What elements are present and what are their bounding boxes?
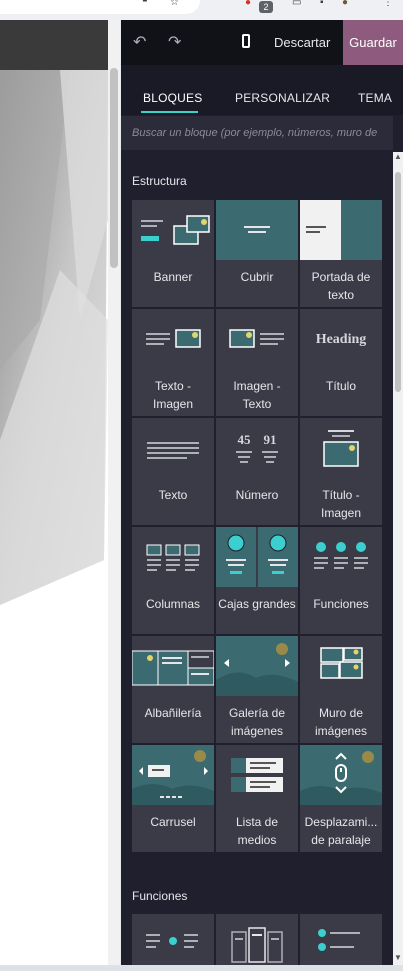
block-text[interactable]: Texto [132, 418, 214, 525]
sidebar-scrollbar[interactable]: ▲ ▼ [393, 152, 403, 965]
text-cover-thumbnail [300, 200, 382, 260]
section-title-structure: Estructura [132, 174, 187, 188]
block-label: Banner [153, 270, 193, 284]
masonry-thumbnail [132, 636, 214, 696]
window-icon[interactable]: ▭ [292, 0, 301, 8]
number-one: 45 [238, 432, 252, 447]
block-label: Texto [158, 488, 188, 502]
text-thumbnail [132, 418, 214, 478]
parallax-thumbnail [300, 745, 382, 805]
image-wall-thumbnail [300, 636, 382, 696]
number-thumbnail: 45 91 [216, 418, 298, 478]
preview-graphic [0, 70, 108, 605]
block-label: Galería de imágenes [228, 706, 286, 738]
menu-icon[interactable]: ⋮ [383, 0, 393, 8]
block-label: Cajas grandes [218, 597, 296, 611]
block-label: Número [235, 488, 279, 502]
block-carousel[interactable]: Carrusel [132, 745, 214, 852]
block-big-boxes[interactable]: Cajas grandes [216, 527, 298, 634]
discard-button[interactable]: Descartar [274, 20, 330, 65]
block-title[interactable]: Heading Título [300, 309, 382, 416]
block-banner[interactable]: Banner [132, 200, 214, 307]
text-image-thumbnail [132, 309, 214, 369]
block-columns[interactable]: Columnas [132, 527, 214, 634]
puzzle-icon[interactable]: ▪ [320, 0, 324, 8]
block-label: Albañilería [144, 706, 202, 720]
block-label: Título [325, 379, 356, 393]
block-label: Cubrir [240, 270, 274, 284]
editor-sidebar: ↶ ↷ Descartar Guardar BLOQUES PERSONALIZ… [121, 20, 403, 965]
block-image-text[interactable]: Imagen - Texto [216, 309, 298, 416]
block-search-input[interactable]: Buscar un bloque (por ejemplo, números, … [121, 116, 393, 150]
features-thumbnail [300, 527, 382, 587]
number-two: 91 [264, 432, 277, 447]
browser-chrome: ▘ ☆ ● 2 ▭ ▪ ● ⋮ [0, 0, 403, 20]
block-label: Lista de medios [235, 815, 279, 847]
block-feature-b[interactable] [216, 914, 298, 965]
block-media-list[interactable]: Lista de medios [216, 745, 298, 852]
cover-thumbnail [216, 200, 298, 260]
block-label: Columnas [145, 597, 201, 611]
block-masonry[interactable]: Albañilería [132, 636, 214, 743]
image-text-thumbnail [216, 309, 298, 369]
mobile-preview-icon[interactable] [242, 34, 250, 48]
editor-toolbar: ↶ ↷ Descartar Guardar [121, 20, 403, 65]
block-number[interactable]: 45 91 Número [216, 418, 298, 525]
carousel-thumbnail [132, 745, 214, 805]
extension-icon[interactable]: ▘ [143, 0, 151, 8]
banner-thumbnail [132, 200, 214, 260]
save-button[interactable]: Guardar [343, 20, 403, 65]
browser-bottom-bar [0, 965, 403, 971]
page-preview[interactable] [0, 20, 120, 965]
block-image-wall[interactable]: Muro de imágenes [300, 636, 382, 743]
undo-icon[interactable]: ↶ [133, 20, 146, 65]
block-label: Desplazami... de paralaje [304, 815, 378, 847]
preview-scrollbar[interactable] [108, 20, 120, 965]
tab-customize[interactable]: PERSONALIZAR [235, 91, 330, 105]
big-boxes-thumbnail [216, 527, 298, 587]
star-icon[interactable]: ☆ [170, 0, 179, 8]
block-feature-a[interactable] [132, 914, 214, 965]
tab-blocks[interactable]: BLOQUES [143, 91, 202, 105]
block-label: Muro de imágenes [314, 706, 368, 738]
redo-icon[interactable]: ↷ [168, 20, 181, 65]
block-features[interactable]: Funciones [300, 527, 382, 634]
image-gallery-thumbnail [216, 636, 298, 696]
notification-badge: 2 [259, 1, 273, 13]
tab-theme[interactable]: TEMA [358, 91, 392, 105]
block-label: Título - Imagen [320, 488, 362, 520]
block-label: Texto - Imagen [152, 379, 194, 411]
block-text-cover[interactable]: Portada de texto [300, 200, 382, 307]
title-image-thumbnail [300, 418, 382, 478]
block-label: Carrusel [150, 815, 196, 829]
block-parallax[interactable]: Desplazami... de paralaje [300, 745, 382, 852]
title-thumbnail: Heading [300, 309, 382, 369]
block-feature-c[interactable] [300, 914, 382, 965]
columns-thumbnail [132, 527, 214, 587]
block-label: Imagen - Texto [233, 379, 281, 411]
section-title-features: Funciones [132, 889, 188, 903]
block-label: Portada de texto [311, 270, 371, 302]
heading-text: Heading [316, 332, 367, 347]
media-list-thumbnail [216, 745, 298, 805]
editor-tabs: BLOQUES PERSONALIZAR TEMA [121, 65, 403, 115]
block-title-image[interactable]: Título - Imagen [300, 418, 382, 525]
block-image-gallery[interactable]: Galería de imágenes [216, 636, 298, 743]
active-tab-indicator [141, 111, 198, 113]
notification-icon[interactable]: ● [245, 0, 251, 8]
block-label: Funciones [313, 597, 369, 611]
block-text-image[interactable]: Texto - Imagen [132, 309, 214, 416]
block-cover[interactable]: Cubrir [216, 200, 298, 307]
avatar-icon[interactable]: ● [342, 0, 348, 8]
